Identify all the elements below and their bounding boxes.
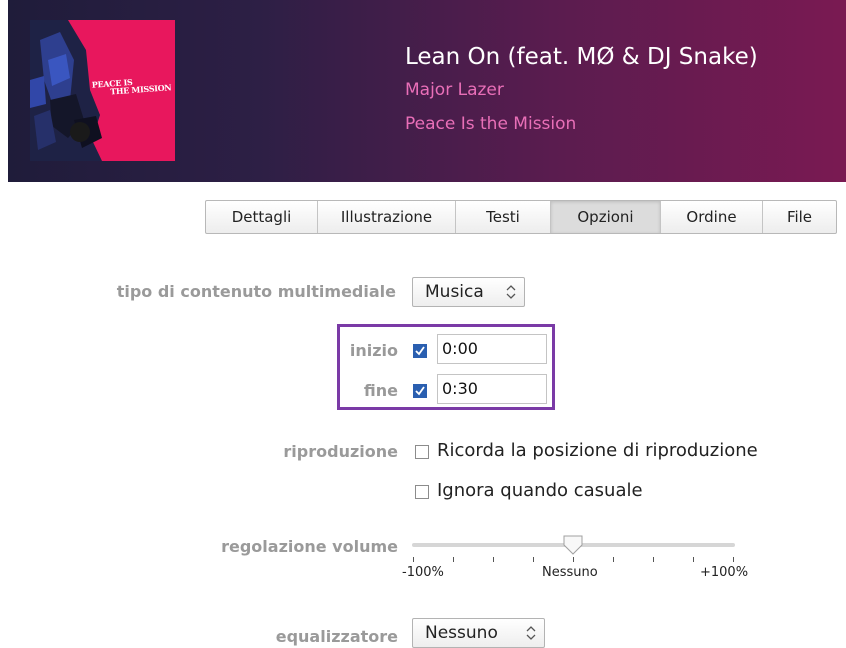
song-header: PEACE IS THE MISSION Lean On (feat. MØ &… xyxy=(8,0,846,182)
skip-shuffle-label: Ignora quando casuale xyxy=(437,480,643,501)
volume-tick xyxy=(653,557,654,562)
stop-checkbox[interactable] xyxy=(413,384,427,398)
volume-tick xyxy=(493,557,494,562)
volume-tick xyxy=(693,557,694,562)
updown-chevron-icon xyxy=(526,626,536,640)
start-checkbox[interactable] xyxy=(413,344,427,358)
media-kind-value: Musica xyxy=(425,282,484,302)
checkmark-icon xyxy=(415,386,425,396)
volume-tick xyxy=(733,557,734,562)
start-time-field[interactable]: 0:00 xyxy=(437,334,547,364)
equalizer-select[interactable]: Nessuno xyxy=(412,618,545,648)
stop-label: fine xyxy=(363,381,398,400)
volume-mid-label: Nessuno xyxy=(542,565,598,580)
tab-lyrics[interactable]: Testi xyxy=(456,201,551,233)
tab-file[interactable]: File xyxy=(763,201,836,233)
song-artist: Major Lazer xyxy=(405,80,504,100)
remember-position-label: Ricorda la posizione di riproduzione xyxy=(437,440,758,461)
volume-max-label: +100% xyxy=(700,565,749,580)
volume-label: regolazione volume xyxy=(221,537,398,556)
equalizer-label: equalizzatore xyxy=(275,627,398,646)
volume-tick xyxy=(453,557,454,562)
volume-min-label: -100% xyxy=(402,565,444,580)
remember-position-checkbox[interactable] xyxy=(415,445,429,459)
stop-time-field[interactable]: 0:30 xyxy=(437,374,547,404)
volume-tick xyxy=(533,557,534,562)
tab-sorting[interactable]: Ordine xyxy=(661,201,763,233)
volume-tick xyxy=(413,557,414,562)
tab-artwork[interactable]: Illustrazione xyxy=(318,201,456,233)
album-artwork: PEACE IS THE MISSION xyxy=(30,20,175,161)
volume-tick xyxy=(573,557,574,562)
skip-shuffle-checkbox[interactable] xyxy=(415,485,429,499)
volume-slider-thumb[interactable] xyxy=(563,535,583,555)
equalizer-value: Nessuno xyxy=(425,623,498,643)
song-album: Peace Is the Mission xyxy=(405,114,577,134)
playback-label: riproduzione xyxy=(283,442,398,461)
media-kind-select[interactable]: Musica xyxy=(412,277,525,307)
info-tabs: Dettagli Illustrazione Testi Opzioni Ord… xyxy=(205,200,837,234)
media-kind-label: tipo di contenuto multimediale xyxy=(116,282,396,301)
updown-chevron-icon xyxy=(506,285,516,299)
checkmark-icon xyxy=(415,346,425,356)
start-label: inizio xyxy=(349,341,398,360)
tab-details[interactable]: Dettagli xyxy=(206,201,318,233)
song-title: Lean On (feat. MØ & DJ Snake) xyxy=(405,44,758,70)
tab-options[interactable]: Opzioni xyxy=(551,201,661,233)
volume-tick xyxy=(613,557,614,562)
